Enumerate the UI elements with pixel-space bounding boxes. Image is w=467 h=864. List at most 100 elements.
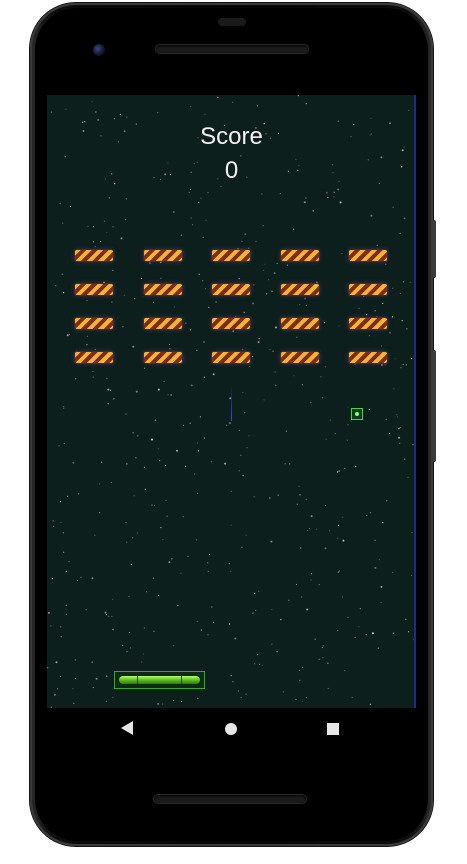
star [205,219,207,221]
star [109,389,112,391]
home-circle-icon[interactable] [225,723,237,735]
star [285,430,287,432]
star [369,703,371,706]
star [293,375,295,377]
star [245,693,247,695]
star [52,520,54,522]
star [368,335,370,337]
score-value: 0 [224,157,239,184]
brick [212,318,250,329]
star [136,532,138,534]
brick [75,318,113,329]
star [333,196,335,198]
star [370,214,373,217]
star [230,570,232,572]
star [55,661,58,664]
star [366,514,368,517]
star [180,234,182,236]
star [392,287,394,289]
star [211,606,213,608]
star [180,572,182,574]
star [365,634,367,636]
star [108,197,110,199]
star [95,677,98,680]
star [238,470,240,472]
back-triangle-icon[interactable] [121,721,133,735]
star [351,696,353,698]
recents-square-icon[interactable] [327,723,339,735]
star [263,399,265,401]
star [405,618,407,620]
star [252,302,254,305]
star [136,434,139,437]
star [393,388,395,390]
star [162,539,164,541]
star [334,433,336,435]
star [68,560,70,563]
star [194,473,196,475]
game-screen[interactable]: Score 0 [47,95,416,708]
star [386,500,388,502]
paddle[interactable] [114,671,205,689]
star [392,632,394,634]
star [268,279,270,281]
star [164,464,167,467]
star [120,237,123,240]
right-wall [414,95,416,708]
star [197,450,200,452]
star [314,638,316,640]
star [269,497,271,499]
star [110,481,112,484]
star [253,496,255,498]
star [135,457,137,459]
star [128,595,130,597]
star [85,609,87,611]
star [262,225,264,227]
star [213,621,215,624]
star [142,653,144,655]
star [189,422,191,424]
star [324,547,327,550]
star [284,463,286,465]
star [406,328,408,330]
star [300,547,302,549]
ball-trail [231,385,232,421]
star [173,699,175,702]
star [94,534,96,536]
star [358,626,360,628]
star [176,449,178,452]
star [409,281,411,283]
star [60,521,62,523]
star [246,447,248,449]
star [398,436,401,439]
star [69,205,72,208]
star [249,366,251,368]
star [337,537,339,539]
star [152,301,154,303]
star [59,501,62,503]
star [240,454,242,456]
star [122,644,124,647]
star [389,331,391,334]
star [128,632,131,634]
top-speaker [156,45,308,53]
star [289,463,291,465]
star [310,401,312,404]
star [146,591,148,593]
star [63,406,65,408]
star [327,197,329,199]
star [376,244,378,246]
star [185,322,187,324]
star [202,236,204,238]
brick [75,352,113,363]
star [170,394,172,396]
star [276,262,278,264]
star [257,654,259,656]
star [301,384,303,386]
star [47,667,49,669]
brick [349,318,387,329]
star [275,384,277,386]
star [325,191,328,194]
star [324,504,327,507]
star [228,563,230,565]
